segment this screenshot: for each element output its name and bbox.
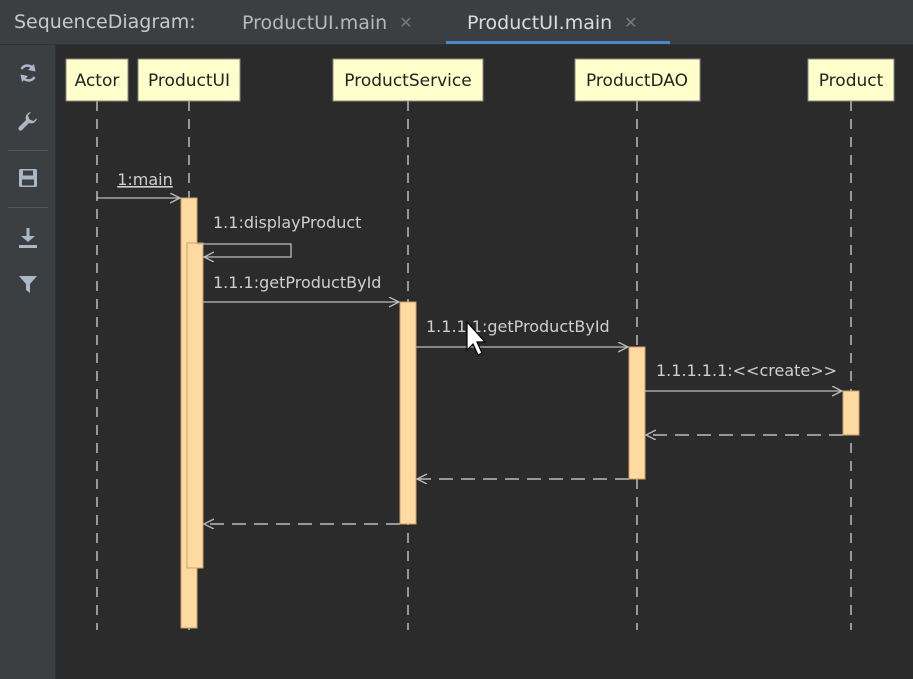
toolbar-separator [8,207,48,208]
refresh-button[interactable] [13,58,43,88]
close-icon[interactable]: ✕ [624,14,637,31]
sequence-diagram: Actor ProductUI ProductService ProductDA… [65,58,895,630]
participant-productservice[interactable]: ProductService [332,58,484,102]
participant-label: ProductDAO [586,71,688,91]
participant-label: ProductUI [148,71,230,91]
activation-productdao [628,346,646,480]
tab-bar: SequenceDiagram: ProductUI.main ✕ Produc… [0,0,913,45]
tab-label: ProductUI.main [242,11,388,34]
save-button[interactable] [13,163,43,193]
message-label: 1.1.1.1:getProductById [426,317,610,336]
message-label: 1.1.1.1.1:<<create>> [656,361,837,380]
message-create-product[interactable]: 1.1.1.1.1:<<create>> [645,361,842,391]
save-icon [19,169,37,187]
participant-product[interactable]: Product [807,58,895,102]
message-label: 1:main [117,170,173,189]
tab-productui-main-1[interactable]: ProductUI.main ✕ [242,0,413,45]
side-toolbar [0,45,56,679]
close-icon[interactable]: ✕ [399,14,412,31]
export-button[interactable] [13,223,43,253]
participant-label: Actor [75,71,120,91]
message-label: 1.1:displayProduct [213,213,361,232]
tool-window-title: SequenceDiagram: [14,11,196,33]
participant-productui[interactable]: ProductUI [137,58,241,102]
participant-actor[interactable]: Actor [65,58,129,102]
filter-icon [19,276,37,293]
participant-productdao[interactable]: ProductDAO [574,58,701,102]
message-main[interactable]: 1:main [97,170,180,198]
tab-productui-main-2[interactable]: ProductUI.main ✕ [446,0,670,45]
activation-productservice [399,301,417,525]
settings-button[interactable] [13,106,43,136]
sequence-diagram-window: SequenceDiagram: ProductUI.main ✕ Produc… [0,0,913,679]
active-tab-indicator [446,41,670,44]
tab-label: ProductUI.main [467,11,613,34]
participant-label: Product [819,71,884,91]
diagram-canvas[interactable]: Actor ProductUI ProductService ProductDA… [56,45,913,679]
activation-product [842,390,860,436]
toolbar-separator [8,150,48,151]
refresh-icon [20,64,36,82]
message-getproductbyid-service[interactable]: 1.1.1:getProductById [203,273,399,302]
participant-label: ProductService [344,71,471,91]
message-getproductbyid-dao[interactable]: 1.1.1.1:getProductById [416,317,628,347]
message-displayproduct[interactable]: 1.1:displayProduct [197,213,361,257]
wrench-icon [18,112,37,131]
activation-productui-display [186,242,204,569]
export-icon [19,228,37,248]
filter-button[interactable] [13,269,43,299]
message-label: 1.1.1:getProductById [213,273,381,292]
